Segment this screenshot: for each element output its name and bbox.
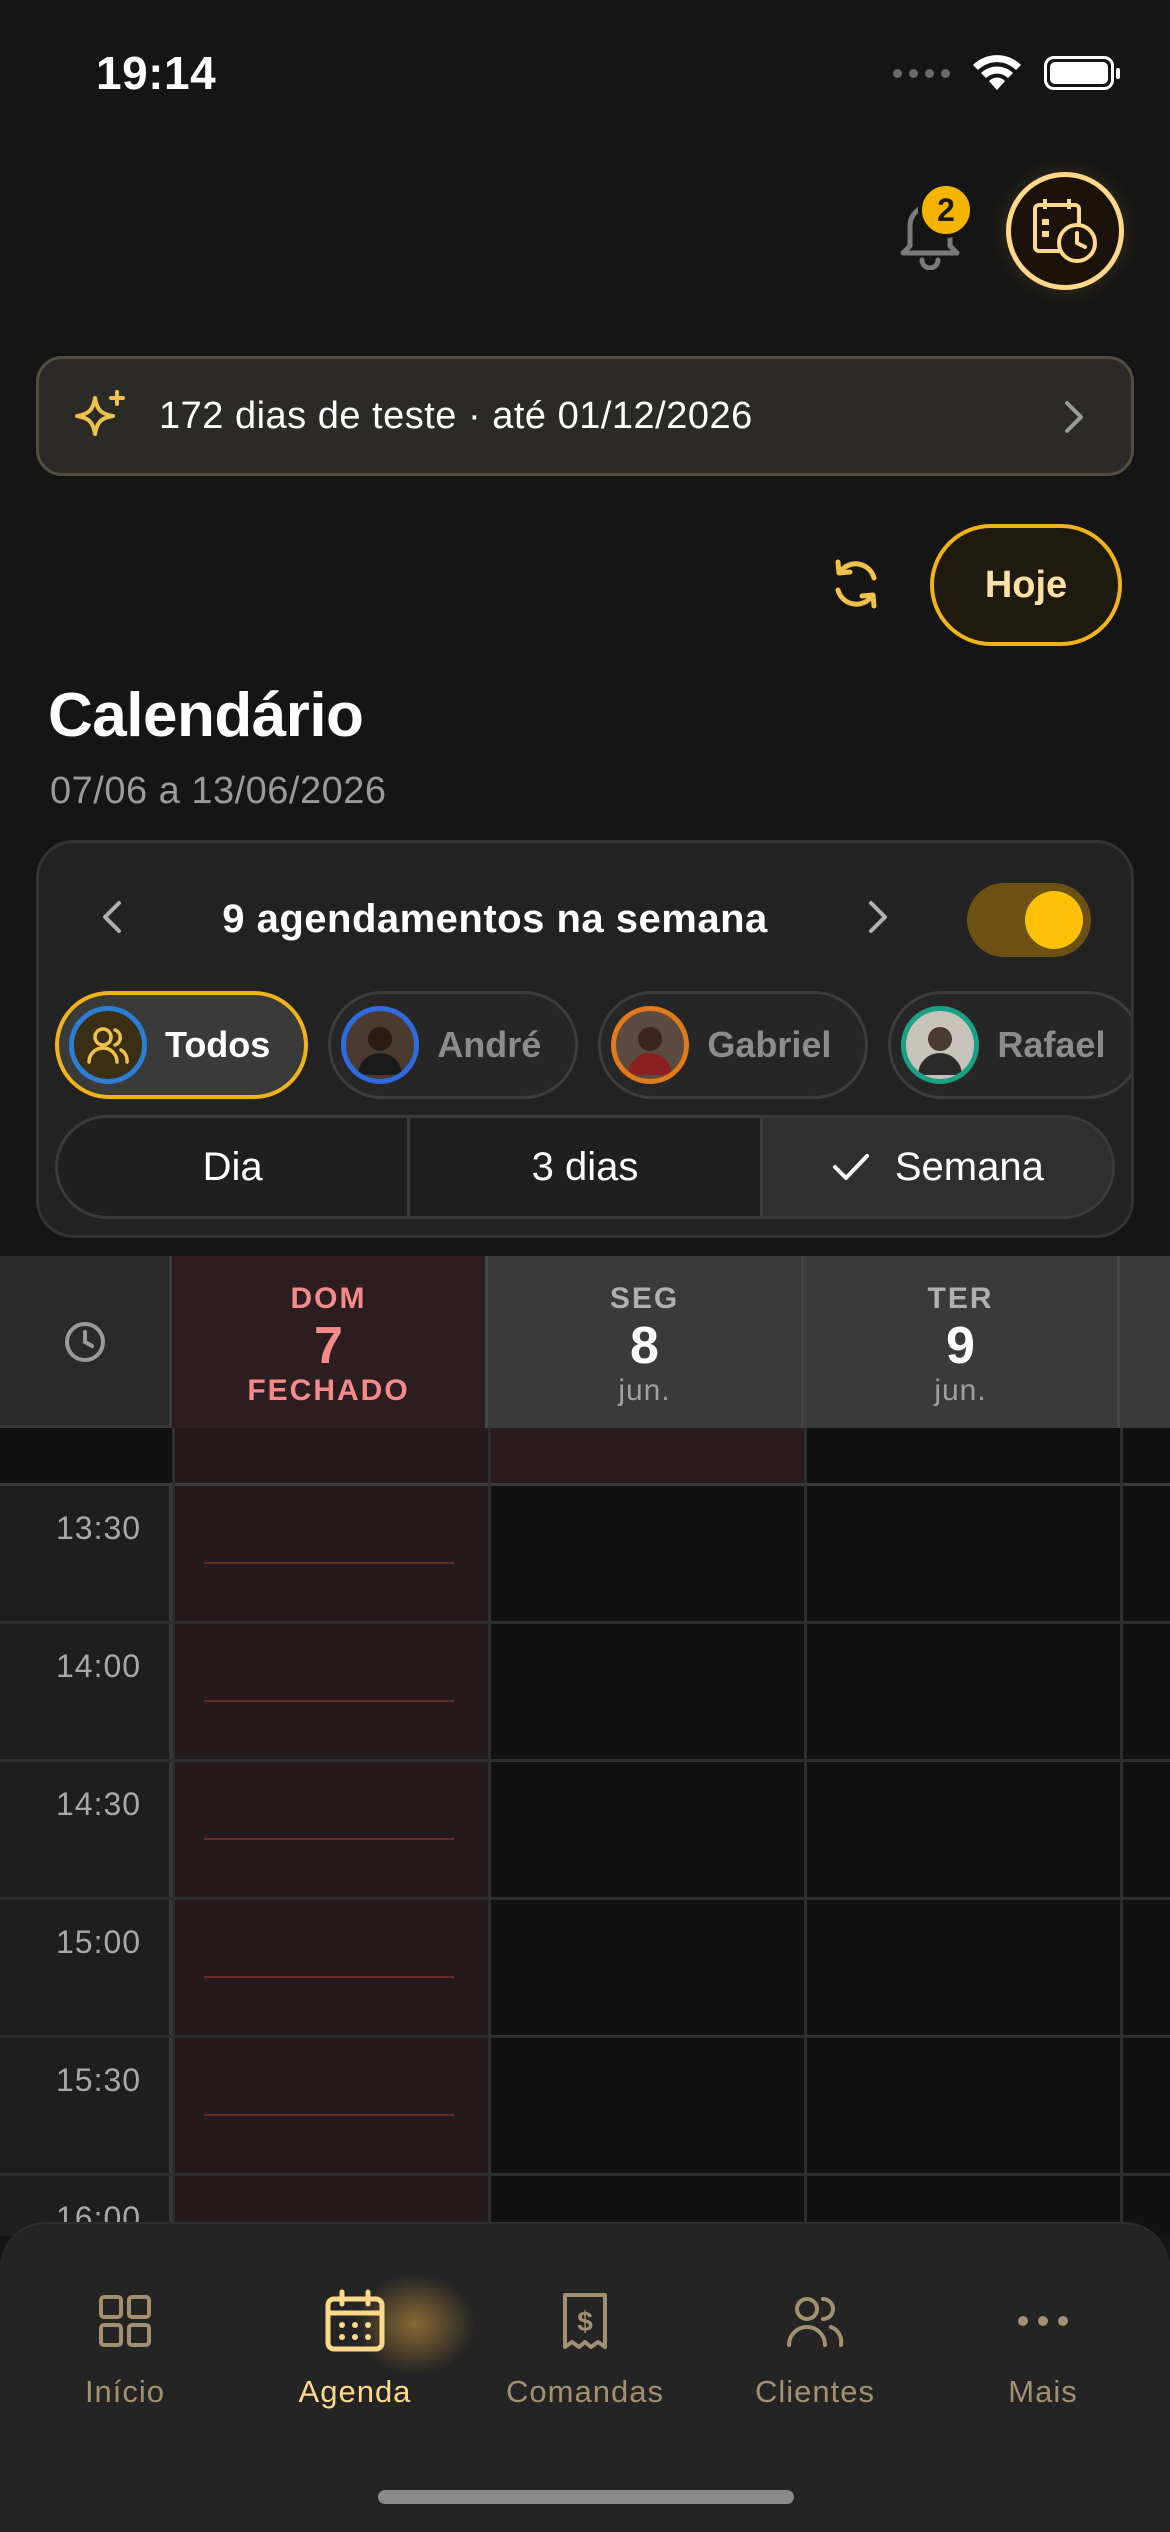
- page-title: Calendário: [48, 681, 364, 750]
- chevron-right-icon[interactable]: [859, 895, 895, 939]
- day-status: FECHADO: [247, 1374, 410, 1407]
- day-header-next[interactable]: [1120, 1256, 1170, 1428]
- home-indicator[interactable]: [378, 2490, 794, 2504]
- tab-clientes[interactable]: Clientes: [700, 2286, 930, 2410]
- view-mode-segmented: Dia 3 dias Semana: [55, 1115, 1115, 1219]
- all-day-row: [0, 1428, 1170, 1486]
- today-button[interactable]: Hoje: [930, 524, 1122, 646]
- calendar-clock-icon: [1033, 199, 1097, 263]
- day-header-ter[interactable]: TER 9 jun.: [804, 1256, 1120, 1428]
- week-navigation: 9 agendamentos na semana: [39, 843, 1131, 993]
- notification-badge: 2: [918, 182, 974, 238]
- day-number: 9: [946, 1317, 975, 1375]
- tab-agenda[interactable]: Agenda: [240, 2286, 470, 2410]
- tab-label: Clientes: [755, 2374, 875, 2409]
- week-summary-label: 9 agendamentos na semana: [222, 897, 768, 941]
- divider: [1120, 1428, 1123, 2236]
- time-slot[interactable]: 15:00: [0, 1900, 1170, 2038]
- wifi-icon: [973, 55, 1021, 90]
- battery-icon: [1044, 56, 1120, 90]
- day-of-week: TER: [927, 1282, 994, 1315]
- avatar: [341, 1006, 420, 1084]
- calendar-grid: DOM 7 FECHADO SEG 8 jun. TER 9 jun. 13:3…: [0, 1256, 1170, 2236]
- day-month: jun.: [618, 1374, 671, 1407]
- tab-label: Início: [84, 2374, 166, 2409]
- tab-label: Agenda: [298, 2374, 412, 2409]
- chip-label: André: [437, 1024, 542, 1065]
- view-day[interactable]: Dia: [58, 1118, 411, 1216]
- sparkles-icon: [75, 390, 125, 436]
- day-month: jun.: [934, 1374, 987, 1407]
- time-slot[interactable]: 14:30: [0, 1762, 1170, 1900]
- chip-label: Rafael: [997, 1024, 1106, 1065]
- avatar: [901, 1006, 980, 1084]
- day-header-seg[interactable]: SEG 8 jun.: [488, 1256, 804, 1428]
- calendar-controls-card: 9 agendamentos na semana Todos André Gab…: [36, 840, 1134, 1238]
- chip-rafael[interactable]: Rafael: [888, 991, 1131, 1099]
- checkmark-icon: [832, 1154, 869, 1180]
- time-slot[interactable]: 15:30: [0, 2038, 1170, 2176]
- view-week-label: Semana: [894, 1144, 1044, 1189]
- time-column-header: [0, 1256, 172, 1428]
- grid-icon: [99, 2295, 151, 2347]
- trial-text: 172 dias de teste · até 01/12/2026: [159, 394, 753, 437]
- view-week[interactable]: Semana: [762, 1118, 1112, 1216]
- tab-label: Comandas: [506, 2374, 664, 2409]
- status-time: 19:14: [96, 47, 217, 99]
- time-label: 14:00: [56, 1648, 142, 1684]
- view-three-days[interactable]: 3 dias: [410, 1118, 763, 1216]
- trial-banner[interactable]: 172 dias de teste · até 01/12/2026: [36, 356, 1134, 476]
- calendar-header: DOM 7 FECHADO SEG 8 jun. TER 9 jun.: [0, 1256, 1170, 1428]
- bottom-tab-bar: Início Agenda $ Comandas Clientes Mais: [0, 2222, 1170, 2532]
- day-of-week: DOM: [290, 1282, 367, 1315]
- status-icons: [893, 54, 1120, 92]
- chip-label: Gabriel: [707, 1024, 832, 1065]
- time-slot[interactable]: 13:30: [0, 1486, 1170, 1624]
- chip-label: Todos: [165, 1024, 271, 1065]
- svg-text:$: $: [577, 2306, 593, 2337]
- chevron-right-icon: [1065, 401, 1083, 433]
- day-number: 8: [630, 1317, 659, 1375]
- refresh-icon[interactable]: [826, 554, 886, 614]
- view-day-label: Dia: [202, 1144, 263, 1189]
- calendar-icon: [325, 2289, 385, 2352]
- users-icon: [69, 1006, 147, 1084]
- day-number: 7: [314, 1317, 343, 1375]
- tab-comandas[interactable]: $ Comandas: [470, 2286, 700, 2410]
- tab-mais[interactable]: Mais: [928, 2286, 1158, 2410]
- clock-icon: [64, 1322, 105, 1362]
- chip-todos[interactable]: Todos: [55, 991, 309, 1099]
- date-range: 07/06 a 13/06/2026: [50, 770, 387, 812]
- users-icon: [787, 2297, 844, 2347]
- professional-filter: Todos André Gabriel Rafael: [55, 991, 1131, 1099]
- time-label: 13:30: [56, 1510, 142, 1546]
- divider: [488, 1428, 491, 2236]
- time-slot[interactable]: 14:00: [0, 1624, 1170, 1762]
- avatar: [611, 1006, 690, 1084]
- time-label: 14:30: [56, 1786, 142, 1822]
- time-label: 15:00: [56, 1924, 142, 1960]
- more-icon: [1018, 2316, 1068, 2326]
- toggle-knob: [1025, 891, 1083, 949]
- time-label: 15:30: [56, 2062, 142, 2098]
- tab-inicio[interactable]: Início: [10, 2286, 240, 2410]
- tab-label: Mais: [1008, 2374, 1078, 2409]
- view-three-days-label: 3 dias: [531, 1144, 639, 1189]
- divider: [804, 1428, 807, 2236]
- brand-logo[interactable]: [1006, 172, 1124, 290]
- day-of-week: SEG: [609, 1282, 680, 1315]
- week-toggle[interactable]: [967, 883, 1091, 957]
- chip-gabriel[interactable]: Gabriel: [598, 991, 869, 1099]
- receipt-icon: $: [563, 2293, 607, 2349]
- divider: [172, 1428, 175, 2236]
- signal-icon: [893, 68, 950, 78]
- chip-andre[interactable]: André: [328, 991, 579, 1099]
- day-header-dom[interactable]: DOM 7 FECHADO: [172, 1256, 488, 1428]
